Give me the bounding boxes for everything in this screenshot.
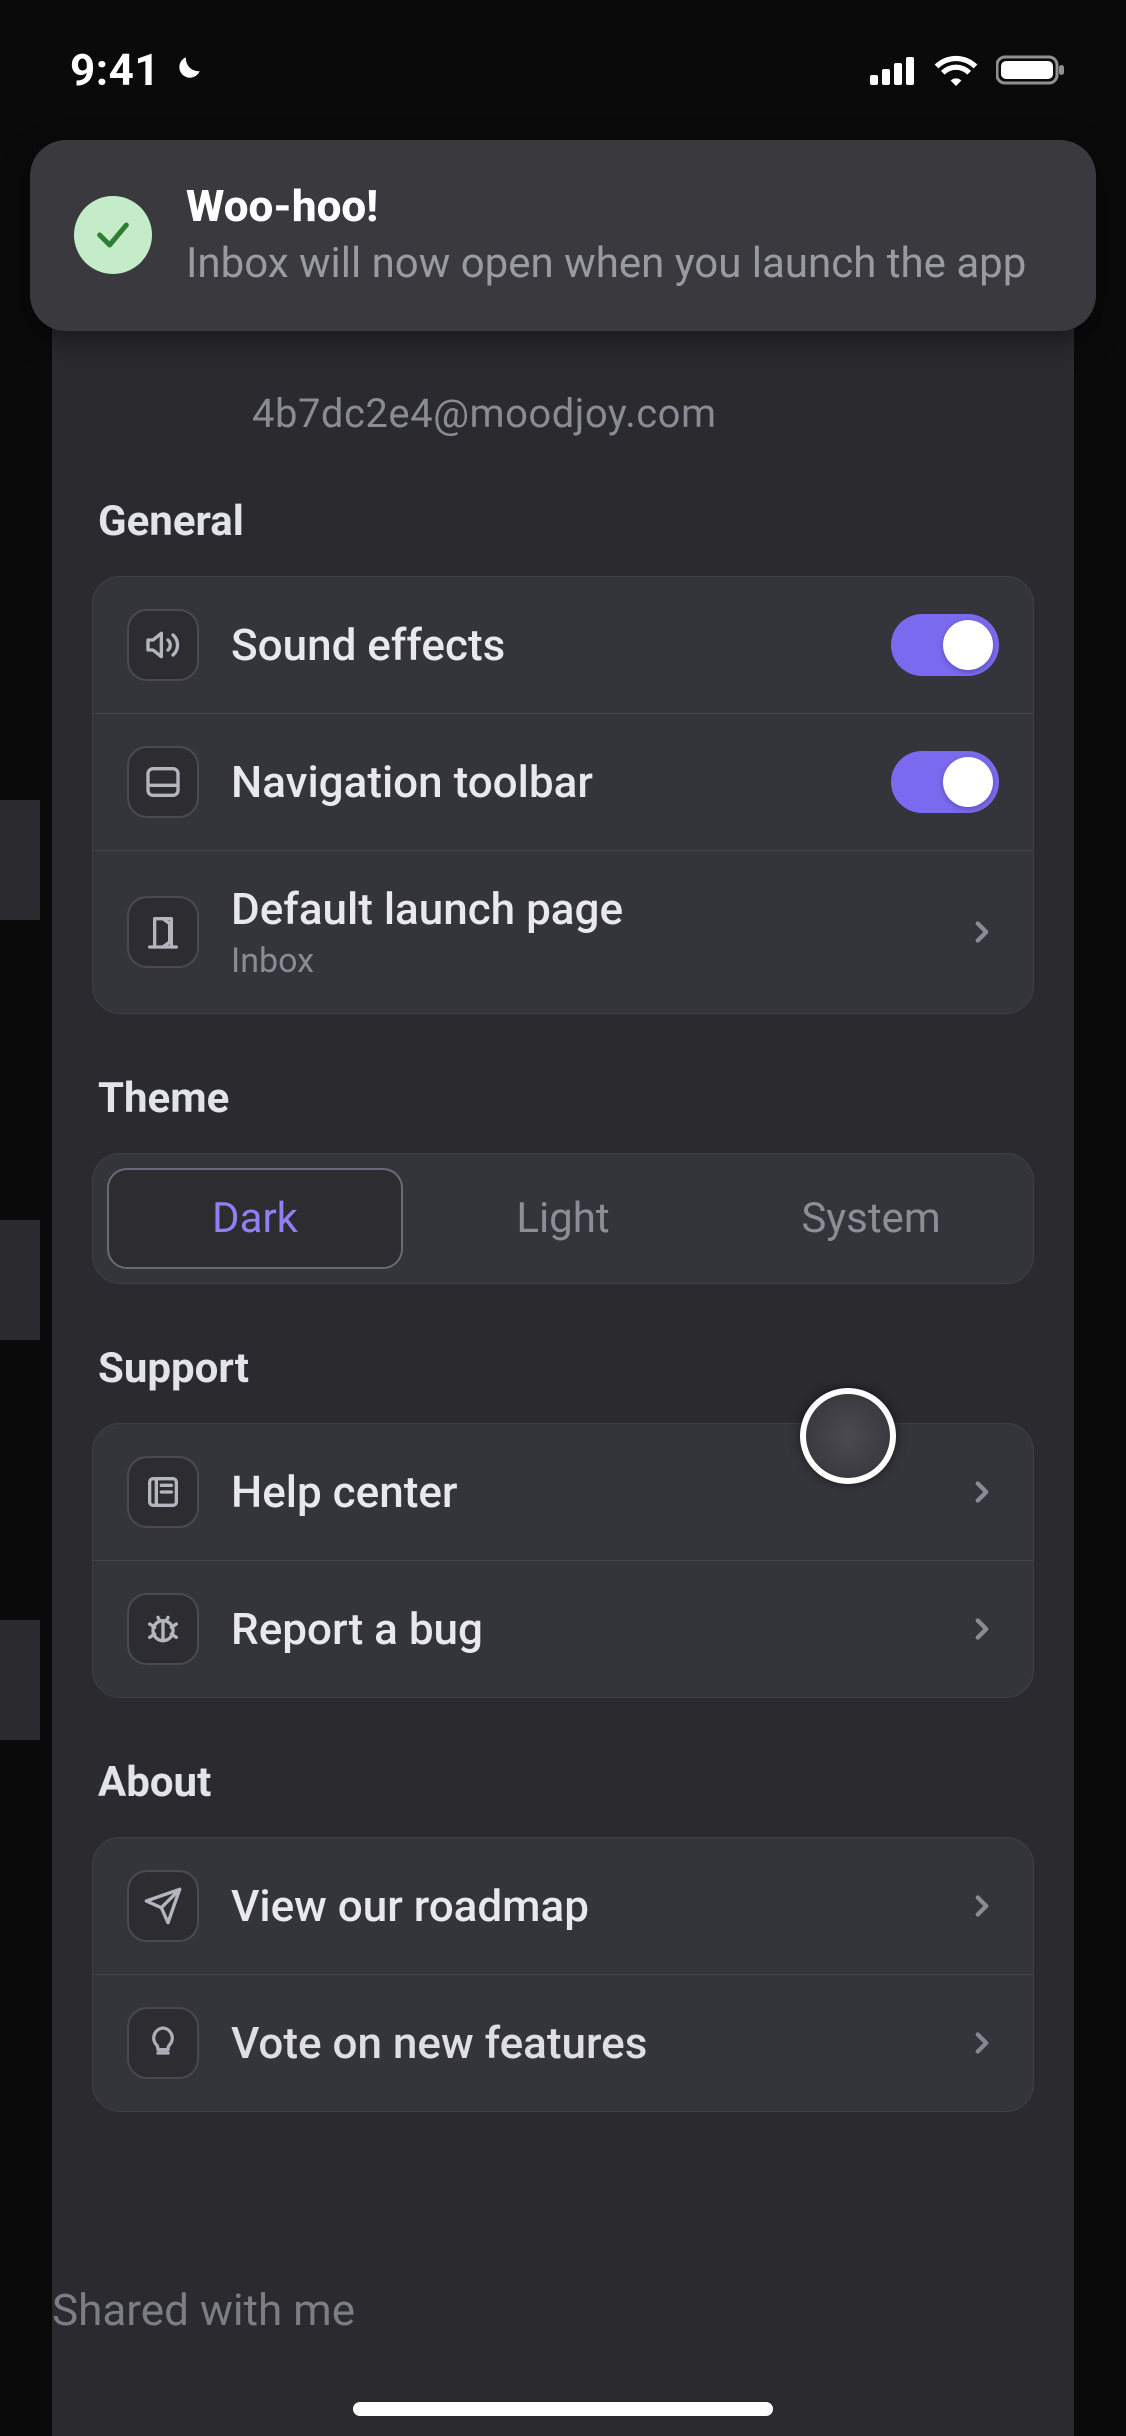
row-main: Report a bug [231, 1603, 933, 1655]
row-roadmap[interactable]: View our roadmap [93, 1838, 1033, 1974]
status-right [870, 54, 1066, 86]
section-title-support: Support [98, 1344, 1034, 1393]
theme-option-light[interactable]: Light [415, 1168, 711, 1269]
label-navigation-toolbar: Navigation toolbar [231, 756, 859, 808]
row-main: Vote on new features [231, 2017, 933, 2069]
lightbulb-icon [127, 2007, 199, 2079]
row-sound-effects[interactable]: Sound effects [93, 577, 1033, 713]
label-roadmap: View our roadmap [231, 1880, 933, 1932]
row-main: Sound effects [231, 619, 859, 671]
background-text-shared: Shared with me [52, 2284, 1074, 2336]
row-main: Default launch page Inbox [231, 883, 933, 981]
toolbar-icon [127, 746, 199, 818]
chevron-right-icon [965, 2026, 999, 2060]
label-sound-effects: Sound effects [231, 619, 859, 671]
wifi-icon [934, 54, 978, 86]
about-group: View our roadmap Vote on new features [92, 1837, 1034, 2112]
background-hint [0, 1620, 40, 1740]
send-icon [127, 1870, 199, 1942]
chevron-right-icon [965, 1612, 999, 1646]
toggle-knob [943, 757, 993, 807]
account-email: 4b7dc2e4@moodjoy.com [252, 390, 1034, 437]
toast-body: Woo-hoo! Inbox will now open when you la… [186, 180, 1026, 291]
row-main: Navigation toolbar [231, 756, 859, 808]
sound-icon [127, 609, 199, 681]
toggle-knob [943, 620, 993, 670]
status-bar: 9:41 [0, 30, 1126, 110]
section-title-theme: Theme [98, 1074, 1034, 1123]
theme-option-system[interactable]: System [723, 1168, 1019, 1269]
do-not-disturb-icon [170, 53, 204, 87]
row-report-bug[interactable]: Report a bug [93, 1560, 1033, 1697]
value-default-launch: Inbox [231, 941, 933, 981]
toast-message: Inbox will now open when you launch the … [186, 238, 1026, 291]
support-group: Help center Report a bug [92, 1423, 1034, 1698]
toast-title: Woo-hoo! [186, 180, 1026, 232]
battery-icon [996, 54, 1066, 86]
chevron-right-icon [965, 1475, 999, 1509]
label-report-bug: Report a bug [231, 1603, 933, 1655]
section-title-general: General [98, 497, 1034, 546]
toggle-sound-effects[interactable] [891, 614, 999, 676]
success-check-icon [74, 196, 152, 274]
cellular-icon [870, 55, 916, 85]
book-icon [127, 1456, 199, 1528]
touch-cursor [800, 1388, 896, 1484]
settings-sheet: 4b7dc2e4@moodjoy.com General Sound effec… [52, 270, 1074, 2436]
chevron-right-icon [965, 915, 999, 949]
status-left: 9:41 [70, 44, 204, 96]
label-default-launch: Default launch page [231, 883, 933, 935]
bug-icon [127, 1593, 199, 1665]
general-group: Sound effects Navigation toolbar Default… [92, 576, 1034, 1014]
toast-notification[interactable]: Woo-hoo! Inbox will now open when you la… [30, 140, 1096, 331]
toggle-navigation-toolbar[interactable] [891, 751, 999, 813]
label-vote-features: Vote on new features [231, 2017, 933, 2069]
theme-option-dark[interactable]: Dark [107, 1168, 403, 1269]
chevron-right-icon [965, 1889, 999, 1923]
theme-segmented-control: Dark Light System [92, 1153, 1034, 1284]
status-time: 9:41 [70, 44, 160, 96]
home-indicator[interactable] [353, 2402, 773, 2416]
row-vote-features[interactable]: Vote on new features [93, 1974, 1033, 2111]
row-main: View our roadmap [231, 1880, 933, 1932]
section-title-about: About [98, 1758, 1034, 1807]
row-navigation-toolbar[interactable]: Navigation toolbar [93, 713, 1033, 850]
row-default-launch[interactable]: Default launch page Inbox [93, 850, 1033, 1013]
door-icon [127, 896, 199, 968]
